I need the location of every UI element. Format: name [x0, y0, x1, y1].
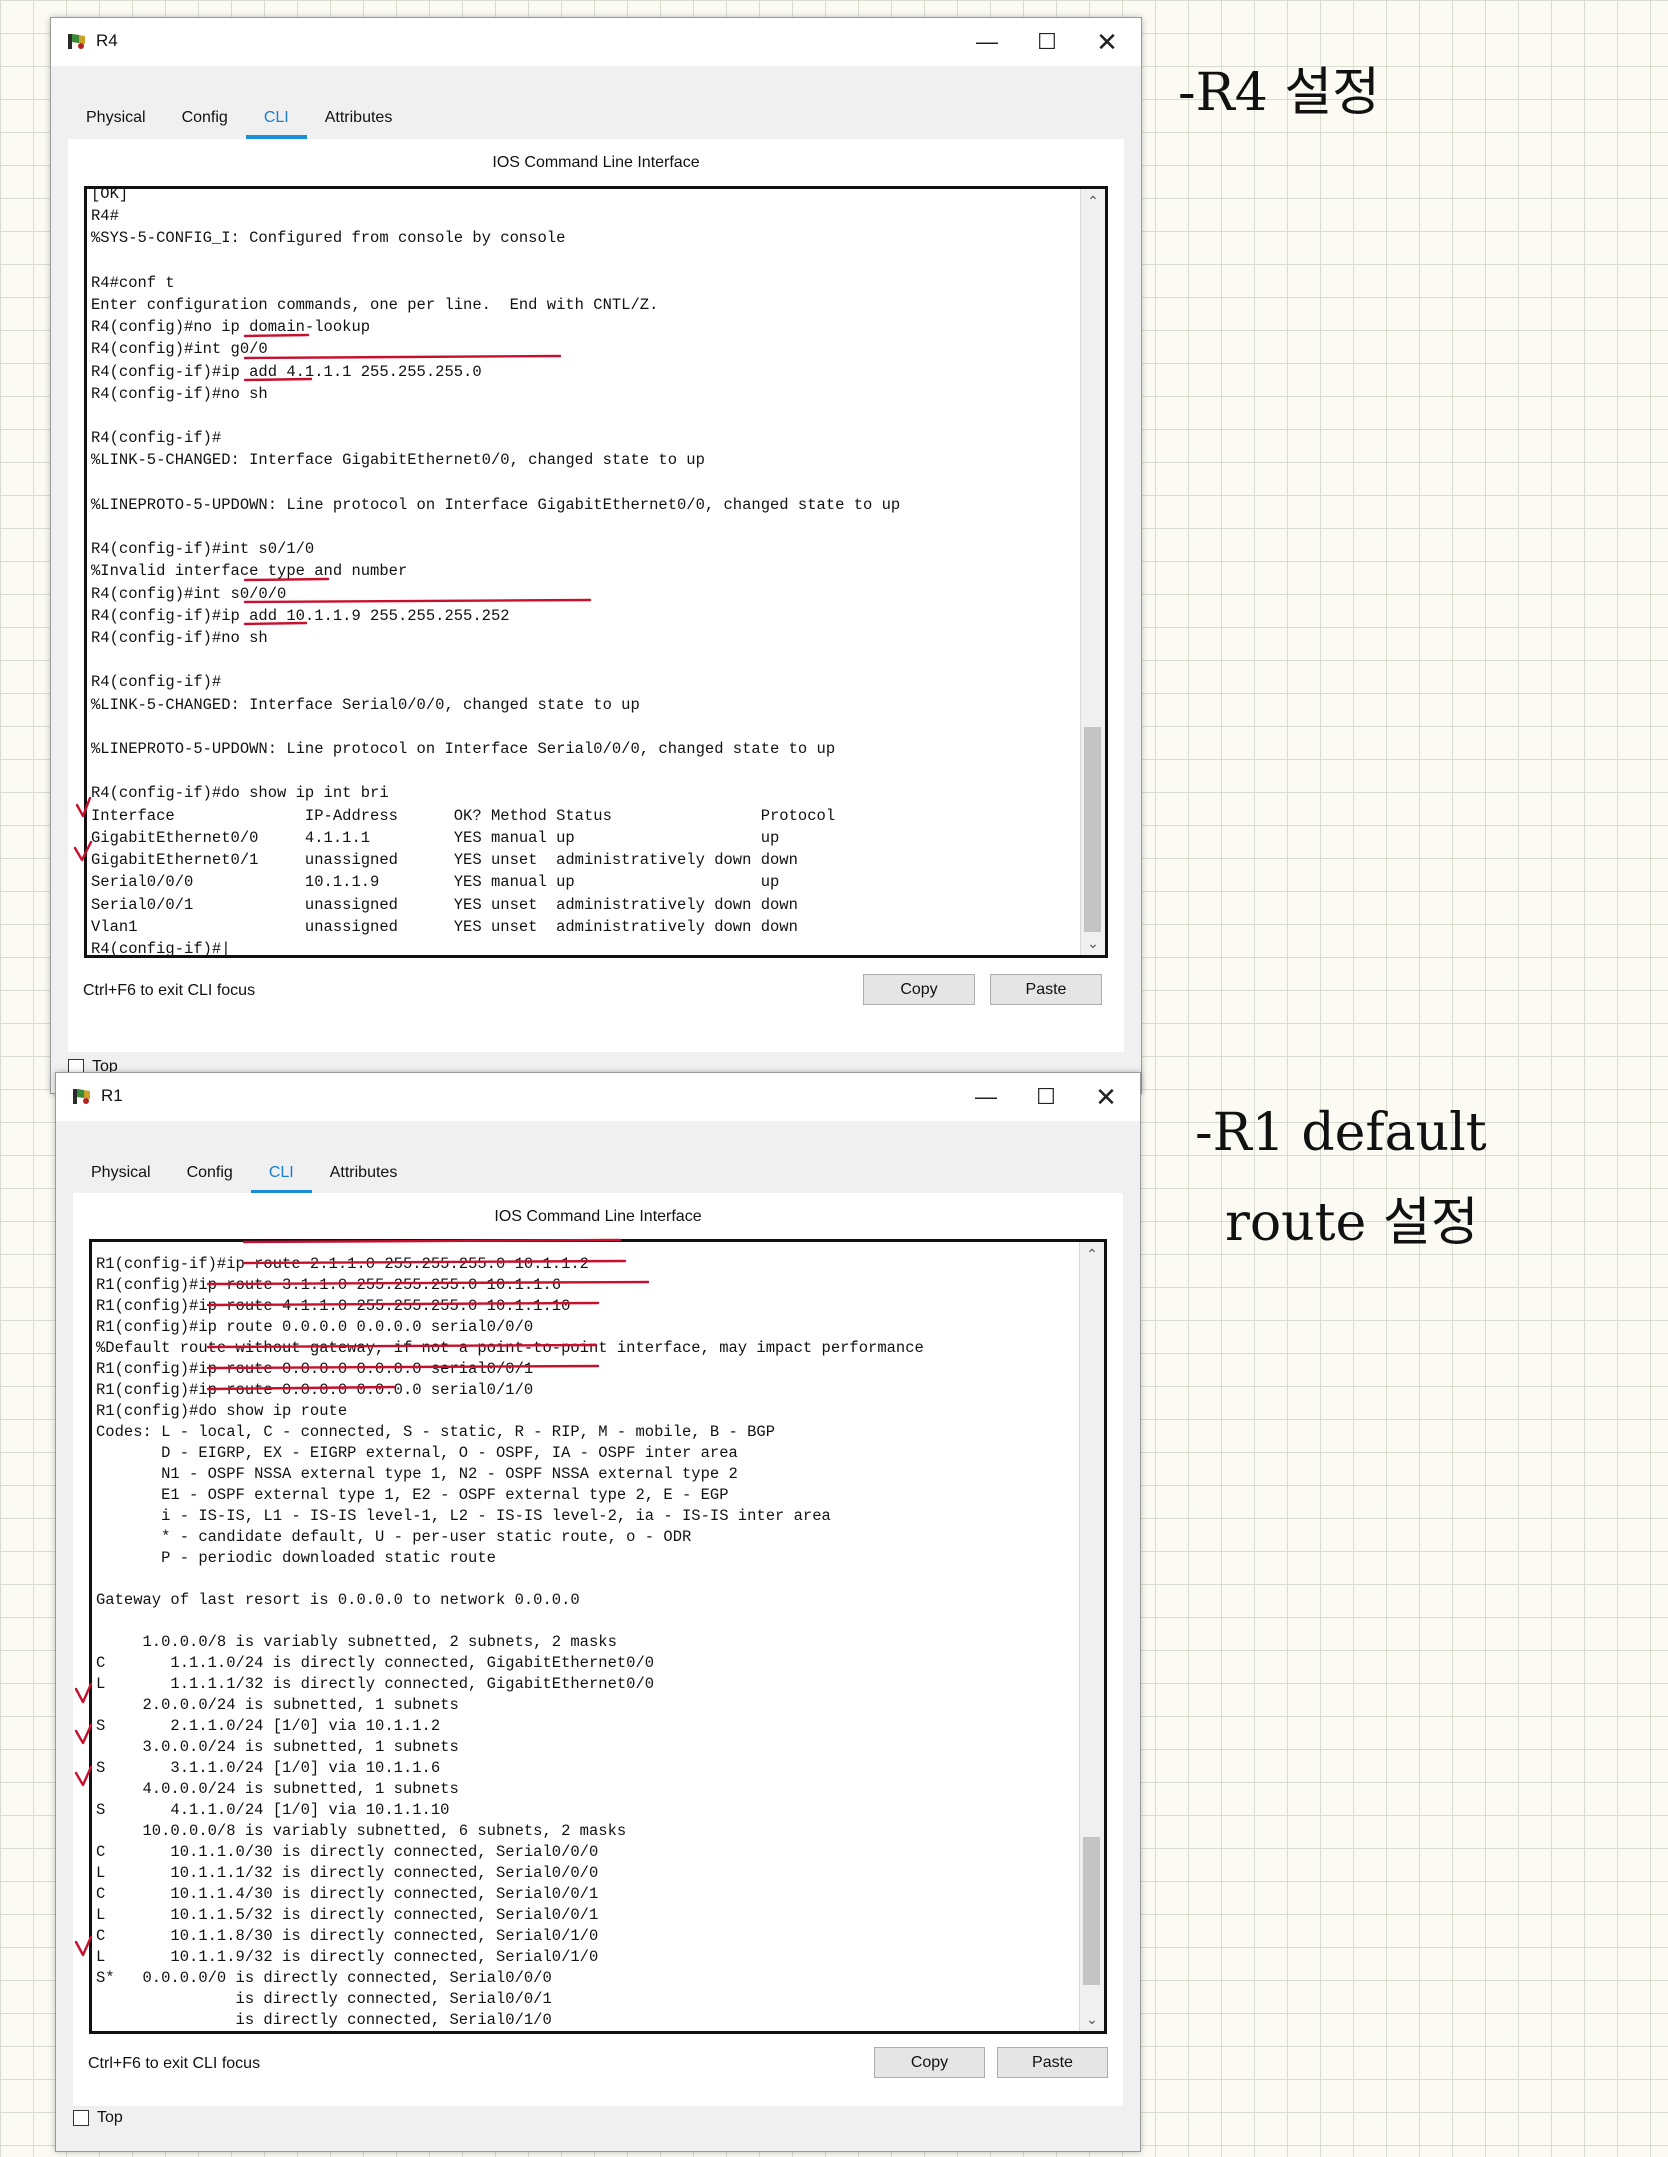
- window-title: R4: [96, 31, 118, 50]
- paste-button[interactable]: Paste: [997, 2047, 1108, 2078]
- maximize-icon[interactable]: ☐: [1016, 1073, 1076, 1121]
- minimize-icon[interactable]: —: [957, 18, 1017, 66]
- router-app-icon: [68, 34, 85, 49]
- titlebar[interactable]: R4 — ☐ ✕: [51, 18, 1141, 66]
- top-label: Top: [97, 2109, 123, 2126]
- maximize-icon[interactable]: ☐: [1017, 18, 1077, 66]
- tab-physical[interactable]: Physical: [73, 1155, 169, 1195]
- tab-attributes[interactable]: Attributes: [312, 1155, 416, 1195]
- r4-device-window: R4 — ☐ ✕ Physical Config CLI Attributes IOS…: [50, 17, 1142, 1094]
- tab-cli[interactable]: CLI: [250, 1155, 312, 1195]
- cli-terminal[interactable]: [OK] R4# %SYS-5-CONFIG_I: Configured fro…: [84, 186, 1108, 958]
- scroll-down-icon[interactable]: ⌄: [1081, 933, 1105, 953]
- vertical-scrollbar[interactable]: ⌃ ⌄: [1079, 1242, 1104, 2031]
- top-checkbox[interactable]: Top: [73, 2109, 123, 2127]
- copy-button[interactable]: Copy: [863, 974, 975, 1005]
- titlebar[interactable]: R1 — ☐ ✕: [56, 1073, 1140, 1121]
- copy-button[interactable]: Copy: [874, 2047, 985, 2078]
- scrollbar-thumb[interactable]: [1083, 1837, 1100, 1985]
- cli-terminal[interactable]: R1(config-if)#ip route 2.1.1.0 255.255.2…: [89, 1239, 1107, 2034]
- checkbox-icon[interactable]: [73, 2109, 89, 2126]
- tab-physical[interactable]: Physical: [68, 100, 164, 140]
- tab-config[interactable]: Config: [169, 1155, 251, 1195]
- scroll-down-icon[interactable]: ⌄: [1080, 2009, 1104, 2029]
- close-icon[interactable]: ✕: [1076, 1073, 1136, 1121]
- annotation-r4-note: -R4 설정: [1178, 63, 1380, 123]
- pane-title: IOS Command Line Interface: [492, 154, 700, 171]
- pane-title: IOS Command Line Interface: [494, 1208, 702, 1225]
- tab-strip: Physical Config CLI Attributes: [73, 1155, 1123, 1195]
- annotation-r1-note-line2: route 설정: [1225, 1193, 1479, 1253]
- close-icon[interactable]: ✕: [1077, 18, 1137, 66]
- paste-button[interactable]: Paste: [990, 974, 1102, 1005]
- cli-panel: IOS Command Line Interface [OK] R4# %SYS…: [68, 139, 1124, 1052]
- scroll-up-icon[interactable]: ⌃: [1080, 1244, 1104, 1264]
- minimize-icon[interactable]: —: [956, 1073, 1016, 1121]
- scroll-up-icon[interactable]: ⌃: [1081, 191, 1105, 211]
- annotation-r1-note-line1: -R1 default: [1195, 1103, 1487, 1163]
- cli-panel: IOS Command Line Interface R1(config-if)…: [73, 1193, 1123, 2106]
- vertical-scrollbar[interactable]: ⌃ ⌄: [1080, 189, 1105, 955]
- scrollbar-thumb[interactable]: [1084, 727, 1101, 932]
- cli-focus-hint: Ctrl+F6 to exit CLI focus: [88, 2055, 261, 2072]
- tab-attributes[interactable]: Attributes: [307, 100, 411, 140]
- tab-cli[interactable]: CLI: [245, 100, 307, 140]
- tab-config[interactable]: Config: [164, 100, 246, 140]
- router-app-icon: [73, 1089, 90, 1104]
- cli-focus-hint: Ctrl+F6 to exit CLI focus: [83, 982, 256, 999]
- cli-output[interactable]: R1(config-if)#ip route 2.1.1.0 255.255.2…: [96, 1254, 1080, 2031]
- tab-strip: Physical Config CLI Attributes: [68, 100, 1124, 140]
- window-title: R1: [101, 1086, 123, 1105]
- r1-device-window: R1 — ☐ ✕ Physical Config CLI Attributes IOS…: [55, 1072, 1141, 2152]
- cli-output[interactable]: [OK] R4# %SYS-5-CONFIG_I: Configured fro…: [91, 189, 1081, 955]
